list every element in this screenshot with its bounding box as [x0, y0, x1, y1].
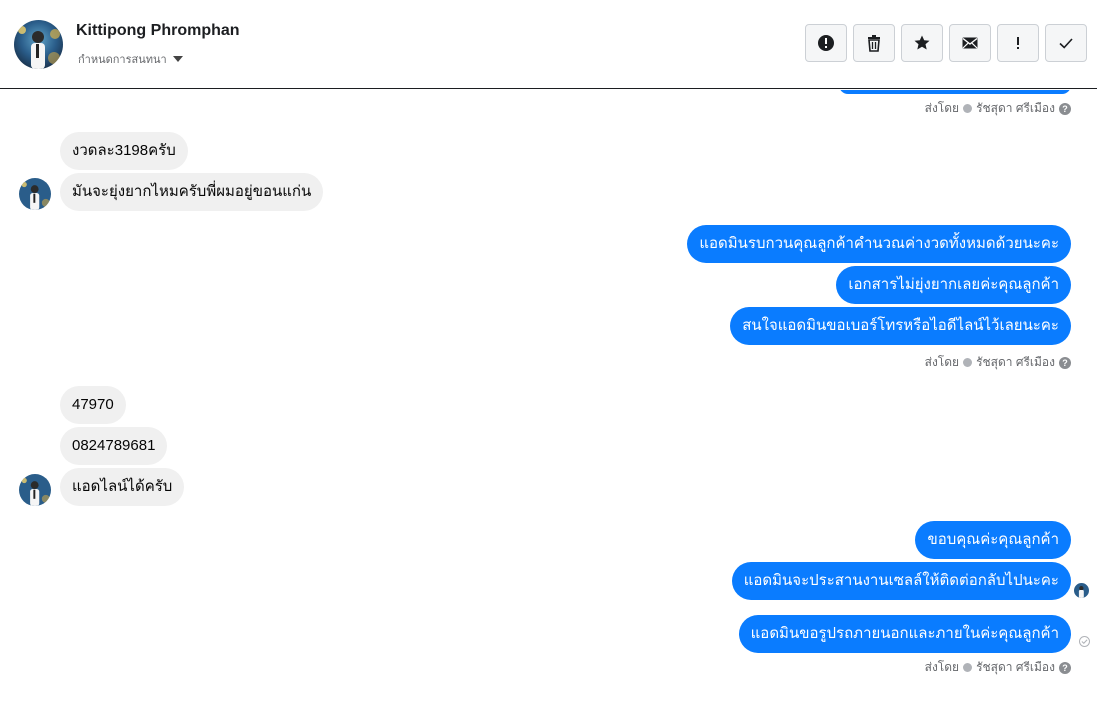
report-spam-button[interactable] — [805, 24, 847, 62]
help-icon[interactable]: ? — [1059, 661, 1071, 674]
contact-avatar[interactable] — [14, 20, 63, 69]
sent-by-label: ส่งโดย — [924, 355, 960, 369]
incoming-message[interactable]: มันจะยุ่งยากไหมครับพี่ผมอยู่ขอนแก่น — [60, 173, 324, 211]
trash-icon — [868, 35, 880, 52]
incoming-message[interactable]: 0824789681 — [60, 427, 168, 465]
star-button[interactable] — [901, 24, 943, 62]
sender-status-icon — [963, 358, 973, 367]
incoming-message[interactable]: 47970 — [60, 386, 126, 424]
help-icon[interactable]: ? — [1059, 356, 1071, 369]
outgoing-message[interactable]: ขอบคุณค่ะคุณลูกค้า — [915, 521, 1071, 559]
message-thread[interactable]: ส่งโดย รัชสุดา ศรีเมือง ? งวดละ3198ครับ … — [0, 90, 1097, 707]
contact-avatar-small[interactable] — [19, 474, 51, 506]
incoming-message[interactable]: แอดไลน์ได้ครับ — [60, 468, 185, 506]
conversation-header: Kittipong Phromphan กำหนดการสนทนา — [0, 0, 1097, 89]
schedule-label: กำหนดการสนทนา — [78, 53, 167, 66]
sender-name[interactable]: รัชสุดา ศรีเมือง — [976, 99, 1055, 118]
sent-by-info: ส่งโดย รัชสุดา ศรีเมือง ? — [925, 658, 1071, 677]
help-icon[interactable]: ? — [1059, 102, 1071, 115]
outgoing-message[interactable]: แอดมินขอรูปรถภายนอกและภายในค่ะคุณลูกค้า — [738, 615, 1071, 653]
sender-name[interactable]: รัชสุดา ศรีเมือง — [976, 353, 1055, 372]
sent-by-info: ส่งโดย รัชสุดา ศรีเมือง ? — [925, 99, 1071, 118]
outgoing-message[interactable]: แอดมินจะประสานงานเซลล์ให้ติดต่อกลับไปนะค… — [731, 562, 1071, 600]
contact-avatar-small[interactable] — [19, 178, 51, 210]
header-toolbar — [805, 24, 1087, 62]
checkmark-icon — [1059, 38, 1073, 49]
sender-status-icon — [963, 104, 973, 113]
contact-name[interactable]: Kittipong Phromphan — [76, 22, 240, 40]
conversation-schedule-dropdown[interactable]: กำหนดการสนทนา — [78, 50, 183, 68]
profile-photo-icon — [14, 20, 63, 69]
delivered-check-icon — [1079, 636, 1090, 647]
alert-circle-icon — [818, 35, 834, 51]
envelope-icon — [962, 37, 978, 49]
profile-photo-icon — [19, 178, 51, 210]
profile-photo-icon — [1074, 583, 1089, 598]
incoming-message[interactable]: งวดละ3198ครับ — [60, 132, 188, 170]
sender-status-icon — [963, 663, 973, 672]
sender-name[interactable]: รัชสุดา ศรีเมือง — [976, 658, 1055, 677]
exclamation-icon — [1017, 37, 1019, 49]
seen-by-avatar — [1074, 583, 1089, 598]
mark-unread-button[interactable] — [949, 24, 991, 62]
sent-by-label: ส่งโดย — [924, 660, 960, 674]
star-icon — [914, 35, 930, 50]
sent-by-label: ส่งโดย — [924, 101, 960, 115]
outgoing-message[interactable]: เอกสารไม่ยุ่งยากเลยค่ะคุณลูกค้า — [836, 266, 1071, 304]
caret-down-icon — [172, 56, 183, 62]
outgoing-message[interactable]: สนใจแอดมินขอเบอร์โทรหรือไอดีไลน์ไว้เลยนะ… — [730, 307, 1071, 345]
previous-outgoing-bubble — [839, 90, 1071, 94]
sent-by-info: ส่งโดย รัชสุดา ศรีเมือง ? — [925, 353, 1071, 372]
done-button[interactable] — [1045, 24, 1087, 62]
profile-photo-icon — [19, 474, 51, 506]
outgoing-message[interactable]: แอดมินรบกวนคุณลูกค้าคำนวณค่างวดทั้งหมดด้… — [687, 225, 1071, 263]
important-button[interactable] — [997, 24, 1039, 62]
delete-button[interactable] — [853, 24, 895, 62]
